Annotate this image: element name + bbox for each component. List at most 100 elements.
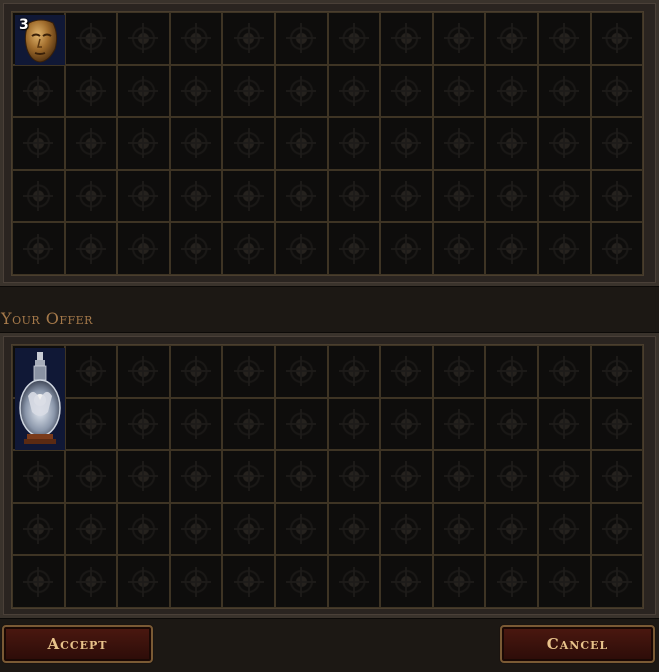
inventory-slot[interactable] [537,169,591,223]
inventory-slot[interactable] [64,64,118,118]
inventory-slot[interactable] [537,555,591,608]
inventory-slot[interactable] [274,64,328,118]
inventory-slot[interactable] [327,222,381,275]
inventory-slot[interactable] [432,64,486,118]
inventory-slot[interactable] [64,222,118,275]
inventory-slot[interactable] [432,12,486,65]
inventory-slot[interactable] [590,450,644,503]
flask-item[interactable] [15,348,65,450]
inventory-slot[interactable] [117,450,170,503]
inventory-slot[interactable] [117,345,170,398]
inventory-slot[interactable] [169,64,223,118]
inventory-slot[interactable] [169,450,223,503]
inventory-slot[interactable] [117,117,170,170]
inventory-slot[interactable] [12,64,65,118]
mask-item[interactable]: 3 [15,15,65,65]
inventory-slot[interactable] [274,345,328,398]
inventory-slot[interactable] [432,502,486,556]
inventory-slot[interactable] [432,397,486,451]
inventory-slot[interactable] [432,169,486,223]
inventory-slot[interactable] [380,222,433,275]
inventory-slot[interactable] [485,397,538,451]
inventory-slot[interactable] [222,345,275,398]
inventory-slot[interactable] [117,555,170,608]
inventory-slot[interactable] [117,397,170,451]
inventory-slot[interactable] [327,169,381,223]
inventory-slot[interactable] [537,117,591,170]
inventory-slot[interactable] [117,502,170,556]
inventory-slot[interactable] [12,555,65,608]
inventory-slot[interactable] [222,64,275,118]
inventory-slot[interactable] [590,345,644,398]
inventory-slot[interactable] [590,64,644,118]
inventory-slot[interactable] [327,345,381,398]
inventory-slot[interactable] [12,222,65,275]
inventory-slot[interactable] [169,12,223,65]
inventory-slot[interactable] [274,502,328,556]
inventory-slot[interactable] [12,450,65,503]
inventory-slot[interactable] [485,502,538,556]
inventory-slot[interactable] [485,345,538,398]
inventory-slot[interactable] [64,450,118,503]
inventory-slot[interactable] [537,64,591,118]
inventory-slot[interactable] [222,450,275,503]
inventory-slot[interactable] [485,450,538,503]
inventory-slot[interactable] [12,502,65,556]
inventory-slot[interactable] [274,222,328,275]
inventory-slot[interactable] [274,450,328,503]
inventory-slot[interactable] [432,555,486,608]
inventory-slot[interactable] [485,222,538,275]
inventory-slot[interactable] [327,450,381,503]
inventory-slot[interactable] [380,169,433,223]
inventory-slot[interactable] [169,555,223,608]
inventory-slot[interactable] [64,169,118,223]
inventory-slot[interactable] [590,117,644,170]
inventory-slot[interactable] [117,169,170,223]
inventory-slot[interactable] [169,502,223,556]
inventory-slot[interactable] [169,397,223,451]
inventory-slot[interactable] [274,169,328,223]
inventory-slot[interactable] [537,397,591,451]
inventory-slot[interactable] [432,345,486,398]
inventory-slot[interactable] [485,169,538,223]
inventory-slot[interactable] [537,222,591,275]
inventory-slot[interactable] [64,555,118,608]
inventory-slot[interactable] [537,450,591,503]
inventory-slot[interactable] [64,12,118,65]
inventory-slot[interactable] [169,117,223,170]
inventory-slot[interactable] [64,117,118,170]
inventory-slot[interactable] [380,397,433,451]
inventory-slot[interactable] [64,502,118,556]
inventory-slot[interactable] [117,64,170,118]
inventory-slot[interactable] [380,345,433,398]
inventory-slot[interactable] [590,555,644,608]
inventory-slot[interactable] [12,117,65,170]
inventory-slot[interactable] [222,117,275,170]
inventory-slot[interactable] [590,397,644,451]
inventory-slot[interactable] [327,555,381,608]
inventory-slot[interactable] [117,222,170,275]
inventory-slot[interactable] [537,12,591,65]
inventory-slot[interactable] [12,169,65,223]
inventory-slot[interactable] [274,555,328,608]
inventory-slot[interactable] [327,117,381,170]
inventory-slot[interactable] [485,555,538,608]
inventory-slot[interactable] [537,345,591,398]
inventory-slot[interactable] [169,169,223,223]
inventory-slot[interactable] [380,502,433,556]
cancel-button[interactable]: Cancel [500,625,655,663]
inventory-slot[interactable] [274,12,328,65]
inventory-slot[interactable] [537,502,591,556]
inventory-slot[interactable] [64,397,118,451]
inventory-slot[interactable] [432,450,486,503]
inventory-slot[interactable] [380,64,433,118]
inventory-slot[interactable] [590,12,644,65]
inventory-slot[interactable] [169,345,223,398]
inventory-slot[interactable] [274,117,328,170]
inventory-slot[interactable] [380,555,433,608]
accept-button[interactable]: Accept [2,625,153,663]
inventory-slot[interactable] [590,222,644,275]
inventory-slot[interactable] [222,397,275,451]
inventory-slot[interactable] [222,12,275,65]
inventory-slot[interactable] [327,64,381,118]
